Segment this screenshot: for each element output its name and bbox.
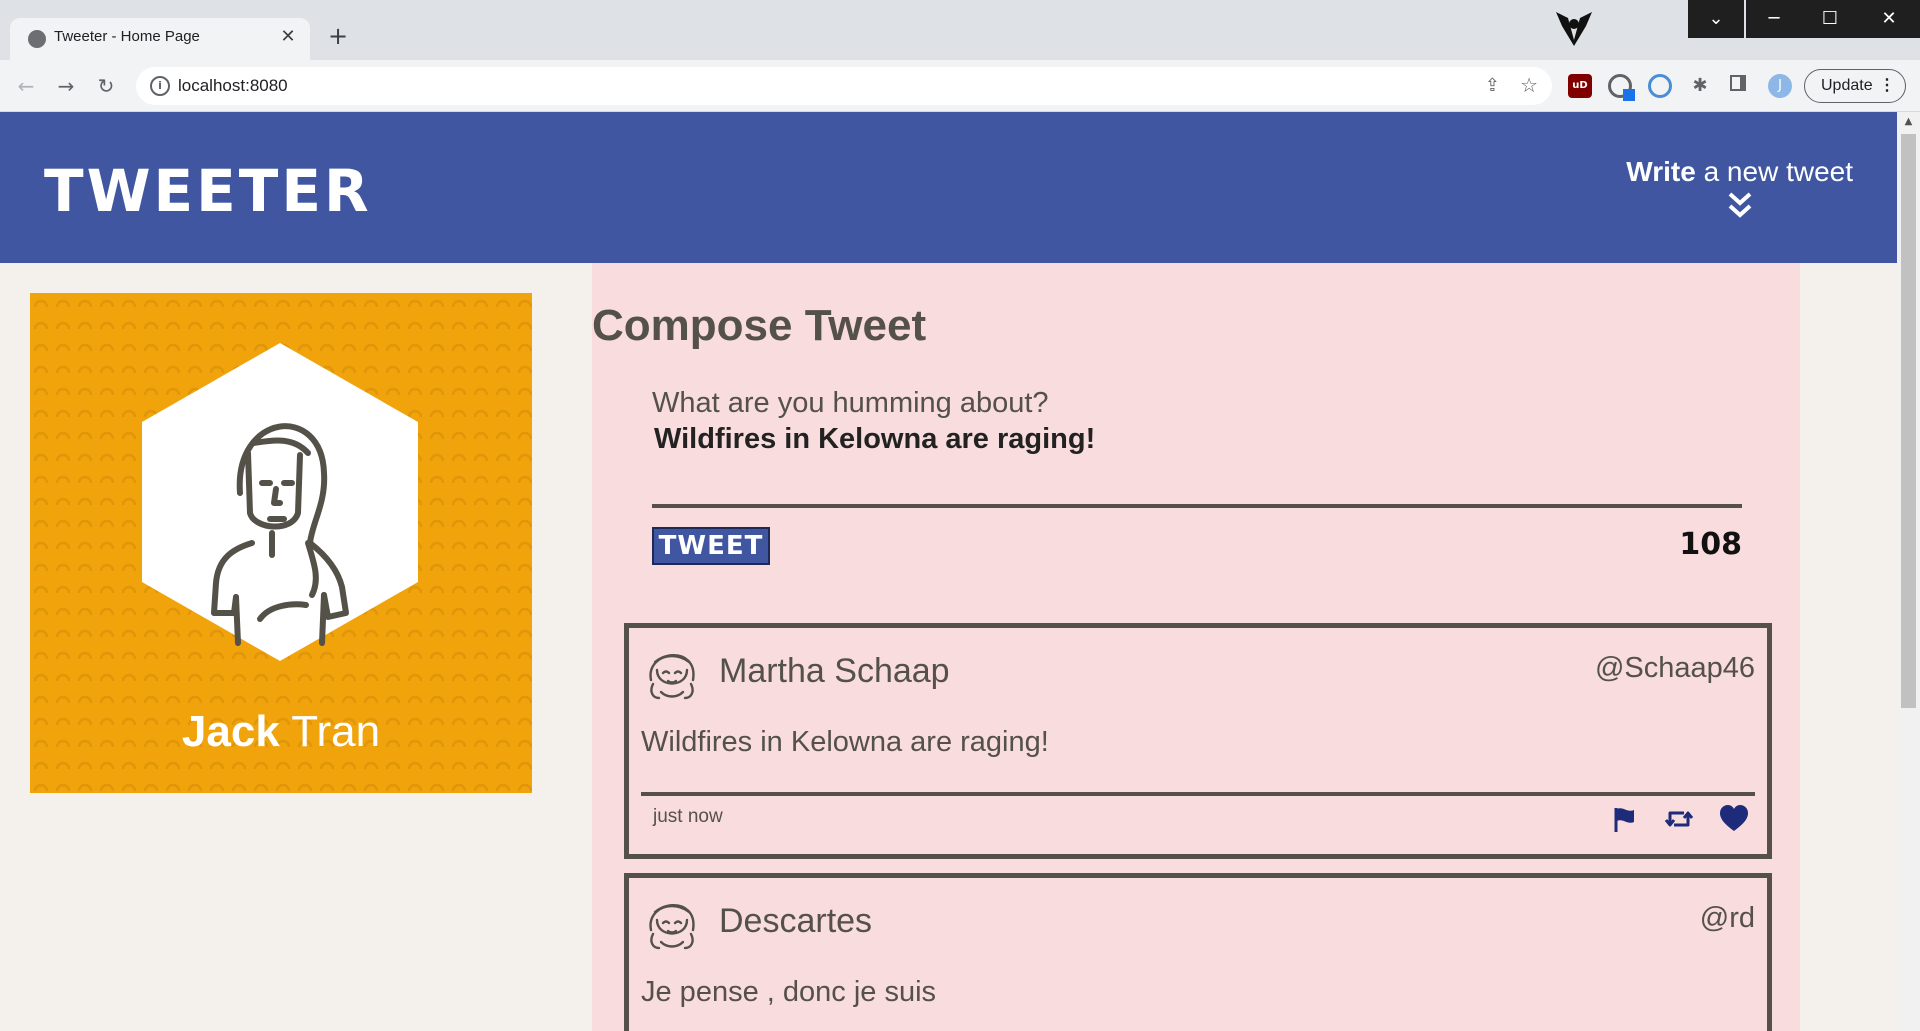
forward-arrow-icon[interactable]: → — [52, 72, 80, 100]
close-window-button[interactable]: ✕ — [1858, 0, 1920, 38]
tab-title: Tweeter - Home Page — [54, 28, 200, 45]
close-tab-icon[interactable]: ✕ — [276, 25, 300, 49]
tweet-button[interactable]: TWEET — [652, 527, 770, 565]
scroll-up-arrow-icon[interactable]: ▲ — [1897, 116, 1920, 134]
scroll-thumb[interactable] — [1901, 134, 1916, 708]
double-chevron-down-icon — [1728, 192, 1751, 218]
character-counter: 108 — [1679, 527, 1742, 562]
globe-icon — [28, 30, 46, 48]
profile-avatar[interactable]: J — [1768, 74, 1792, 98]
tweet-author-name: Descartes — [719, 902, 873, 940]
heart-icon[interactable] — [1717, 802, 1751, 836]
browser-tabstrip: Tweeter - Home Page ✕ + ⌄ ─ ☐ ✕ — [0, 0, 1920, 60]
profile-first-name: Jack — [181, 707, 280, 756]
update-label: Update — [1821, 77, 1873, 94]
reload-icon[interactable]: ↻ — [92, 72, 120, 100]
page-scrollbar[interactable]: ▲ — [1897, 112, 1920, 1031]
user-avatar — [649, 904, 695, 950]
tweet-textarea[interactable]: Wildfires in Kelowna are raging! — [654, 423, 1734, 456]
write-new-tweet-link[interactable]: Write a new tweet — [1626, 156, 1853, 220]
tab-search-button[interactable]: ⌄ — [1688, 0, 1744, 38]
kebab-menu-icon: ⋮ — [1879, 77, 1895, 94]
write-rest: a new tweet — [1695, 156, 1853, 187]
side-panel-icon[interactable] — [1726, 74, 1750, 98]
ublock-icon[interactable]: uD — [1568, 74, 1592, 98]
tweet-author-name: Martha Schaap — [719, 652, 950, 690]
browser-toolbar: ← → ↻ i localhost:8080 ⇪ ☆ uD ✱ J Update… — [0, 60, 1920, 112]
compose-label: What are you humming about? — [652, 387, 1049, 419]
browser-tab[interactable]: Tweeter - Home Page ✕ — [10, 18, 310, 60]
write-bold: Write — [1626, 156, 1696, 187]
tweet-timestamp: just now — [653, 806, 723, 827]
tweet-author-handle: @rd — [1699, 902, 1755, 934]
new-tab-button[interactable]: + — [324, 22, 352, 50]
site-header: TWEETER Write a new tweet — [0, 112, 1897, 263]
profile-avatar-illustration — [142, 343, 418, 661]
user-avatar — [649, 654, 695, 700]
tweet-divider — [641, 792, 1755, 796]
flag-icon[interactable] — [1607, 802, 1641, 836]
tweet-content: Je pense , donc je suis — [641, 976, 937, 1008]
address-bar[interactable]: i localhost:8080 ⇪ ☆ — [136, 67, 1552, 105]
tweet-card: Descartes @rd Je pense , donc je suis — [624, 873, 1772, 1031]
site-logo: TWEETER — [44, 157, 372, 225]
compose-underline — [652, 504, 1742, 508]
maximize-button[interactable]: ☐ — [1802, 0, 1858, 38]
profile-card: Jack Tran — [30, 293, 532, 793]
retweet-icon[interactable] — [1662, 802, 1696, 836]
bookmark-star-icon[interactable]: ☆ — [1520, 73, 1538, 97]
extension-icon[interactable] — [1648, 74, 1672, 98]
tweet-author-handle: @Schaap46 — [1594, 652, 1755, 684]
destiny-emblem-icon — [1556, 12, 1592, 46]
minimize-button[interactable]: ─ — [1746, 0, 1802, 38]
extensions-puzzle-icon[interactable]: ✱ — [1688, 74, 1712, 98]
compose-title: Compose Tweet — [592, 301, 927, 350]
main-column: Compose Tweet What are you humming about… — [592, 263, 1800, 1031]
extension-icon[interactable] — [1608, 74, 1635, 101]
page-content: TWEETER Write a new tweet Jack Tran Comp… — [0, 112, 1897, 1031]
share-icon[interactable]: ⇪ — [1485, 75, 1500, 96]
tweet-card: Martha Schaap @Schaap46 Wildfires in Kel… — [624, 623, 1772, 859]
profile-name: Jack Tran — [30, 707, 532, 757]
tweet-actions — [1591, 802, 1751, 836]
update-button[interactable]: Update ⋮ — [1804, 69, 1906, 103]
profile-last-name: Tran — [291, 707, 381, 756]
url-text[interactable]: localhost:8080 — [178, 76, 288, 96]
tweet-content: Wildfires in Kelowna are raging! — [641, 726, 1049, 758]
back-arrow-icon[interactable]: ← — [12, 72, 40, 100]
info-icon[interactable]: i — [150, 76, 170, 96]
